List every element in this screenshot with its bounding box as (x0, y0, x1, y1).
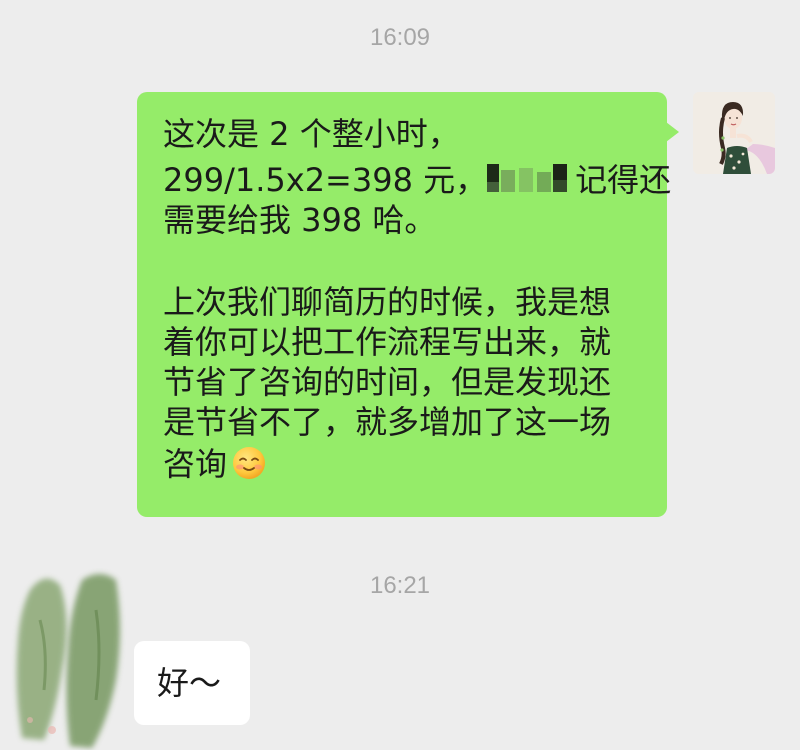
message-text: 好～ (157, 664, 222, 702)
message-text: 299/1.5x2=398 元， (163, 161, 488, 199)
message-text: 记得还 (575, 161, 672, 199)
brush-avatar-decoration (16, 574, 120, 748)
message-text: 咨询 (163, 445, 228, 483)
message-line: 着你可以把工作流程写出来，就 (163, 323, 612, 361)
smiling-face-emoji (233, 447, 266, 479)
message-line: 咨询 (163, 444, 267, 484)
avatar-illustration (693, 92, 775, 174)
message-line: 是节省不了，就多增加了这一场 (163, 403, 612, 441)
message-line: 299/1.5x2=398 元， 记得还 (163, 160, 671, 200)
avatar[interactable] (693, 92, 775, 174)
outgoing-message-bubble[interactable]: 这次是 2 个整小时， 299/1.5x2=398 元， 记得还 需要给我 39… (137, 92, 679, 517)
message-line: 需要给我 398 哈。 (163, 201, 437, 239)
timestamp: 16:09 (369, 24, 431, 51)
message-line: 上次我们聊简历的时候，我是想 (163, 283, 612, 321)
message-line: 这次是 2 个整小时， (163, 115, 460, 153)
incoming-message-bubble[interactable]: 好～ (134, 641, 250, 725)
message-line: 节省了咨询的时间，但是发现还 (163, 363, 612, 401)
mosaic-redaction (487, 164, 575, 194)
